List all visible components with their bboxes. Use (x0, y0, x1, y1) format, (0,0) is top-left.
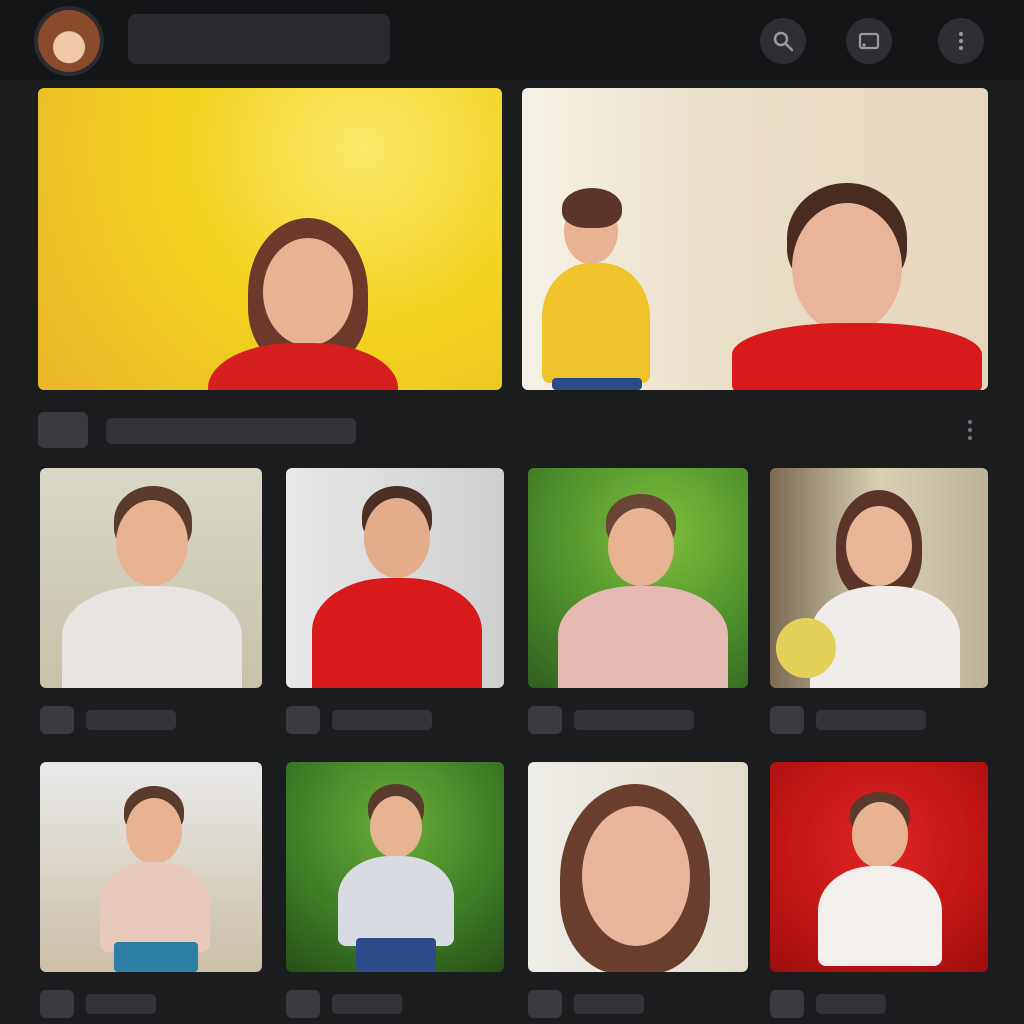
video-meta (528, 984, 748, 1024)
person-shirt (732, 323, 982, 390)
video-thumbnail[interactable] (528, 762, 748, 972)
person-face (852, 802, 908, 868)
child-hair (562, 188, 622, 228)
child-jeans (552, 378, 642, 390)
video-thumbnail[interactable] (770, 468, 988, 688)
person-face (792, 203, 902, 333)
video-meta (770, 700, 988, 740)
person-shirt (338, 856, 454, 946)
video-thumbnail[interactable] (770, 762, 988, 972)
video-thumbnail[interactable] (40, 468, 262, 688)
person-shirt (312, 578, 482, 688)
person-face (364, 498, 430, 578)
channel-icon (770, 990, 804, 1018)
channel-icon (770, 706, 804, 734)
hero-meta-row (38, 408, 988, 452)
child-shirt (542, 263, 650, 383)
video-title (574, 710, 694, 730)
video-title (86, 710, 176, 730)
cast-icon[interactable] (846, 18, 892, 64)
channel-icon (40, 706, 74, 734)
hero-video-2[interactable] (522, 88, 988, 390)
person-face (608, 508, 674, 586)
video-thumbnail[interactable] (286, 762, 504, 972)
channel-icon (528, 990, 562, 1018)
more-vertical-icon[interactable] (960, 416, 980, 444)
top-bar (0, 0, 1024, 80)
video-title (332, 710, 432, 730)
person-shorts (114, 942, 198, 972)
channel-icon (286, 990, 320, 1018)
video-title (332, 994, 402, 1014)
person-face (116, 500, 188, 586)
video-meta (528, 700, 748, 740)
channel-avatar[interactable] (38, 10, 100, 72)
video-meta (40, 984, 262, 1024)
search-icon[interactable] (760, 18, 806, 64)
person-shirt (818, 866, 942, 966)
person-jeans (356, 938, 436, 972)
hero-meta-label (106, 418, 356, 444)
video-title (574, 994, 644, 1014)
channel-icon (528, 706, 562, 734)
video-thumbnail[interactable] (528, 468, 748, 688)
video-title (816, 994, 886, 1014)
video-title (86, 994, 156, 1014)
video-title (816, 710, 926, 730)
person-shirt (100, 862, 210, 952)
person-shirt (62, 586, 242, 688)
person-shirt (558, 586, 728, 688)
person-face (370, 796, 422, 858)
channel-icon (286, 706, 320, 734)
video-thumbnail[interactable] (286, 468, 504, 688)
hero-video-1[interactable] (38, 88, 502, 390)
video-meta (286, 984, 504, 1024)
person-face (846, 506, 912, 586)
more-icon[interactable] (938, 18, 984, 64)
video-meta (286, 700, 504, 740)
video-meta (40, 700, 262, 740)
person-face (263, 238, 353, 346)
person-face (126, 798, 182, 864)
person-face (582, 806, 690, 946)
toy-object (776, 618, 836, 678)
video-thumbnail[interactable] (40, 762, 262, 972)
person-shirt (208, 343, 398, 390)
channel-icon (40, 990, 74, 1018)
channel-title (128, 14, 390, 64)
video-meta (770, 984, 988, 1024)
video-icon (38, 412, 88, 448)
